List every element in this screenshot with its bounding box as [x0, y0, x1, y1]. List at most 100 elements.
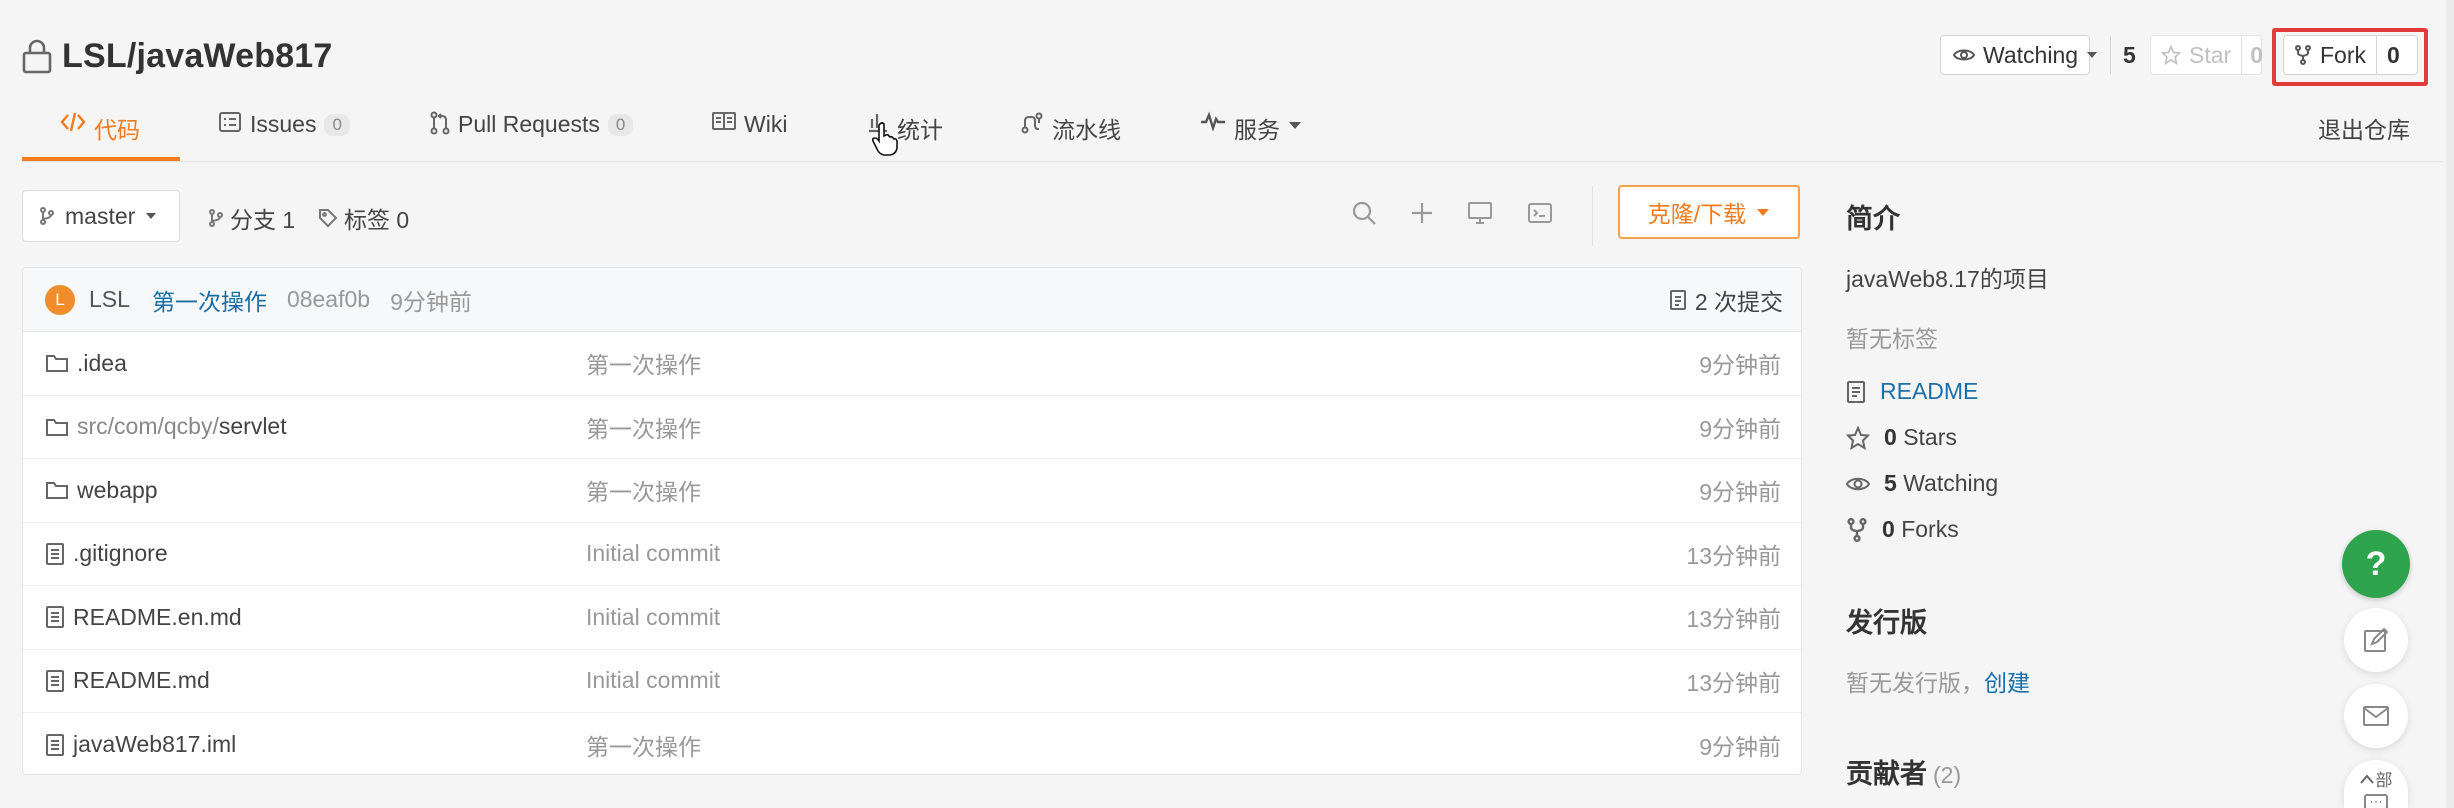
toolbar-separator — [1592, 186, 1593, 246]
tab-code[interactable]: 代码 — [60, 105, 140, 161]
file-name-text: README.md — [73, 667, 210, 694]
mail-button[interactable] — [2344, 684, 2408, 748]
file-commit-message[interactable]: Initial commit — [586, 667, 720, 694]
avatar[interactable]: L — [45, 284, 75, 315]
readme-label: README — [1880, 378, 1979, 404]
pipeline-icon — [1020, 111, 1044, 135]
wiki-icon — [712, 111, 736, 131]
file-name[interactable]: README.md — [45, 667, 210, 694]
chat-button[interactable]: 部 — [2344, 760, 2408, 808]
star-count[interactable]: 0 — [2241, 36, 2271, 74]
file-icon — [45, 605, 65, 629]
forks-stat[interactable]: 0 Forks — [1846, 516, 1959, 543]
repo-title: LSL/javaWeb817 — [22, 32, 333, 80]
branch-name: master — [65, 202, 136, 229]
header-divider — [22, 161, 2442, 162]
document-icon — [1846, 380, 1866, 404]
no-tags-text: 暂无标签 — [1846, 326, 1938, 352]
repo-name[interactable]: LSL/javaWeb817 — [62, 37, 333, 76]
tab-issues-label: Issues — [250, 111, 317, 137]
table-row[interactable]: README.en.md Initial commit 13分钟前 — [23, 586, 1801, 650]
tab-services[interactable]: 服务 — [1200, 105, 1302, 161]
caret-down-icon — [1756, 208, 1770, 217]
release-title: 发行版 — [1846, 608, 1927, 638]
file-commit-message[interactable]: 第一次操作 — [586, 728, 701, 762]
folder-icon — [45, 353, 69, 373]
page-scrollbar[interactable] — [2446, 0, 2454, 808]
file-commit-message[interactable]: 第一次操作 — [586, 473, 701, 507]
file-icon — [45, 542, 65, 566]
tab-wiki[interactable]: Wiki — [712, 105, 787, 161]
search-icon[interactable] — [1347, 196, 1381, 230]
file-name[interactable]: javaWeb817.iml — [45, 731, 236, 758]
no-release-text: 暂无发行版， — [1846, 670, 1984, 696]
branch-selector[interactable]: master — [22, 190, 180, 242]
forks-count: 0 — [1882, 516, 1895, 542]
star-button[interactable]: Star 0 — [2150, 35, 2263, 75]
stars-stat[interactable]: 0 Stars — [1846, 424, 1957, 451]
file-name[interactable]: README.en.md — [45, 604, 242, 631]
readme-link[interactable]: README — [1846, 378, 1978, 405]
branch-icon — [39, 206, 55, 226]
code-icon — [60, 111, 86, 133]
create-release-link[interactable]: 创建 — [1984, 664, 2030, 698]
fork-icon — [1846, 517, 1868, 542]
commit-sha[interactable]: 08eaf0b — [287, 286, 370, 313]
pull-request-icon — [430, 111, 450, 135]
commit-author[interactable]: LSL — [89, 286, 130, 313]
folder-icon — [45, 417, 69, 437]
tab-stats-label: 统计 — [897, 117, 943, 143]
repo-tabs: 代码 Issues 0 Pull Requests 0 Wiki 统计 流水线 … — [22, 105, 2222, 161]
file-commit-time: 9分钟前 — [1699, 352, 1781, 379]
help-button[interactable]: ? — [2342, 530, 2410, 598]
file-rows: .idea 第一次操作 9分钟前 src/com/qcby/servlet 第一次操作 9… — [23, 332, 1801, 774]
terminal-icon[interactable] — [1523, 196, 1557, 230]
file-commit-time: 9分钟前 — [1699, 415, 1781, 442]
watching-count[interactable]: 5 — [2110, 36, 2148, 74]
file-commit-message[interactable]: Initial commit — [586, 604, 720, 631]
file-name[interactable]: .gitignore — [45, 540, 168, 567]
watching-stat[interactable]: 5 Watching — [1846, 470, 1998, 497]
plus-icon[interactable] — [1405, 196, 1439, 230]
pulse-icon — [1200, 111, 1226, 131]
tab-pull-requests[interactable]: Pull Requests 0 — [430, 105, 634, 161]
tags-link[interactable]: 标签 0 — [318, 201, 409, 235]
table-row[interactable]: src/com/qcby/servlet 第一次操作 9分钟前 — [23, 396, 1801, 459]
file-list-panel: L LSL 第一次操作 08eaf0b 9分钟前 2 次提交 .idea 第一次操… — [22, 267, 1802, 775]
monitor-icon[interactable] — [1463, 196, 1497, 230]
feedback-button[interactable] — [2344, 608, 2408, 672]
watching-button[interactable]: Watching 5 — [1940, 35, 2136, 75]
watching-count: 5 — [1884, 470, 1897, 496]
table-row[interactable]: javaWeb817.iml 第一次操作 9分钟前 — [23, 713, 1801, 774]
tab-pull-requests-label: Pull Requests — [458, 111, 600, 137]
eye-icon — [1846, 475, 1870, 493]
tab-pipeline[interactable]: 流水线 — [1020, 105, 1121, 161]
table-row[interactable]: README.md Initial commit 13分钟前 — [23, 650, 1801, 713]
tab-code-label: 代码 — [94, 117, 140, 143]
file-name[interactable]: src/com/qcby/servlet — [45, 413, 287, 440]
file-icon — [45, 733, 65, 757]
table-row[interactable]: webapp 第一次操作 9分钟前 — [23, 459, 1801, 523]
folder-icon — [45, 480, 69, 500]
tab-wiki-label: Wiki — [744, 111, 788, 137]
file-commit-message[interactable]: 第一次操作 — [586, 346, 701, 380]
table-row[interactable]: .gitignore Initial commit 13分钟前 — [23, 523, 1801, 586]
tab-pipeline-label: 流水线 — [1052, 117, 1121, 143]
file-commit-time: 9分钟前 — [1699, 479, 1781, 506]
quit-repo-link[interactable]: 退出仓库 — [2318, 111, 2410, 145]
tags-count: 标签 0 — [344, 207, 410, 233]
branches-link[interactable]: 分支 1 — [208, 201, 295, 235]
file-path-prefix: src/com/qcby/ — [77, 413, 219, 440]
table-row[interactable]: .idea 第一次操作 9分钟前 — [23, 332, 1801, 396]
tab-pull-requests-badge: 0 — [607, 114, 634, 136]
commit-count-link[interactable]: 2 次提交 — [1669, 268, 1783, 332]
file-name[interactable]: webapp — [45, 477, 158, 504]
file-commit-message[interactable]: Initial commit — [586, 540, 720, 567]
commit-message[interactable]: 第一次操作 — [152, 283, 267, 317]
tab-issues[interactable]: Issues 0 — [218, 105, 350, 161]
fork-highlight-box — [2272, 28, 2428, 86]
clone-download-button[interactable]: 克隆/下载 — [1618, 185, 1800, 239]
tab-services-label: 服务 — [1234, 117, 1280, 143]
file-commit-message[interactable]: 第一次操作 — [586, 410, 701, 444]
file-name[interactable]: .idea — [45, 350, 127, 377]
